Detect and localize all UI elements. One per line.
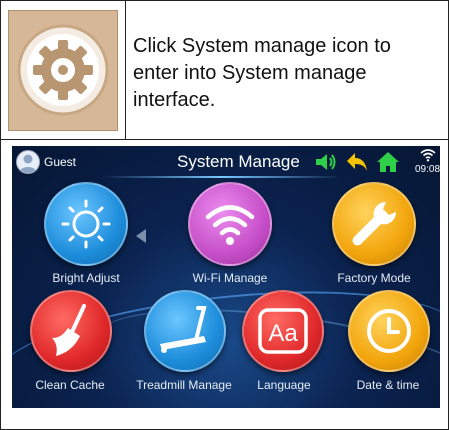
clock-time: 09:08 xyxy=(415,164,440,175)
instruction-text: Click System manage icon to enter into S… xyxy=(133,35,391,111)
date-time-circle xyxy=(348,290,430,372)
app-wifi-manage[interactable]: Wi-Fi Manage xyxy=(184,182,276,292)
wrench-icon xyxy=(352,201,397,246)
app-label: Clean Cache xyxy=(35,378,105,392)
language-icon: Aa xyxy=(258,308,308,354)
clock-icon xyxy=(367,309,411,353)
clean-cache-circle xyxy=(30,290,112,372)
app-date-time[interactable]: Date & time xyxy=(338,290,438,402)
app-label: Wi-Fi Manage xyxy=(192,271,268,285)
treadmill-icon xyxy=(160,306,207,353)
app-clean-cache[interactable]: Clean Cache xyxy=(20,290,120,402)
back-icon[interactable] xyxy=(345,151,369,173)
sun-icon xyxy=(61,199,111,249)
factory-mode-circle xyxy=(332,182,416,266)
icon-cell xyxy=(1,1,126,140)
language-circle: Aa xyxy=(242,290,324,372)
wifi-icon xyxy=(205,205,255,245)
app-factory-mode[interactable]: Factory Mode xyxy=(328,182,420,292)
broom-icon xyxy=(52,304,86,356)
page-left-arrow[interactable] xyxy=(136,229,146,243)
wifi-status-icon xyxy=(420,149,436,162)
wifi-manage-circle xyxy=(188,182,272,266)
bright-adjust-circle xyxy=(44,182,128,266)
page-title: System Manage xyxy=(177,152,300,171)
user-icon xyxy=(19,154,37,173)
volume-icon[interactable] xyxy=(314,151,338,173)
app-label: Language xyxy=(257,378,311,392)
avatar[interactable] xyxy=(16,150,40,174)
app-label: Bright Adjust xyxy=(52,271,120,285)
app-label: Date & time xyxy=(356,378,420,392)
title-underline xyxy=(102,176,342,178)
user-name: Guest xyxy=(44,155,77,169)
treadmill-manage-circle xyxy=(144,290,226,372)
home-icon[interactable] xyxy=(376,151,400,173)
app-label: Treadmill Manage xyxy=(136,378,232,392)
app-language[interactable]: Aa Language xyxy=(234,290,334,402)
gear-icon xyxy=(17,24,109,116)
app-label: Factory Mode xyxy=(337,271,411,285)
svg-text:Aa: Aa xyxy=(268,320,298,347)
app-treadmill-manage[interactable]: Treadmill Manage xyxy=(122,290,246,402)
system-manage-screen: Guest System Manage 09:08 Bright Adjust … xyxy=(12,146,440,408)
app-bright-adjust[interactable]: Bright Adjust xyxy=(40,182,132,292)
system-manage-tile[interactable] xyxy=(8,10,118,131)
status-bar: Guest System Manage 09:08 xyxy=(12,146,440,180)
